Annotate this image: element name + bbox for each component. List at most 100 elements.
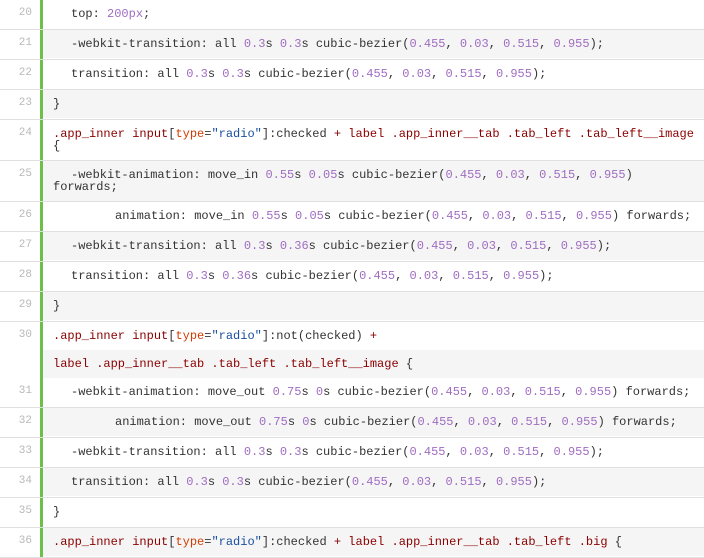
code-content[interactable]: -webkit-transition: all 0.3s 0.3s cubic-… — [43, 438, 704, 466]
token: 0.955 — [496, 67, 532, 81]
code-content[interactable]: -webkit-animation: move_out 0.75s 0s cub… — [43, 378, 704, 406]
token: } — [53, 505, 60, 519]
token: , — [511, 209, 525, 223]
token: 0.955 — [554, 37, 590, 51]
token: transition: all — [53, 270, 186, 282]
code-content[interactable]: .app_inner input[type="radio"]:checked +… — [43, 120, 704, 160]
code-content[interactable]: transition: all 0.3s 0.3s cubic-bezier(0… — [43, 60, 704, 88]
token: , — [468, 209, 482, 223]
code-content[interactable]: } — [43, 498, 704, 526]
line-number: 33 — [0, 438, 40, 465]
token: 0.03 — [467, 239, 496, 253]
token: 0.3 — [244, 445, 266, 459]
token: { — [406, 357, 413, 371]
token: , — [497, 415, 511, 429]
code-content[interactable]: transition: all 0.3s 0.3s cubic-bezier(0… — [43, 468, 704, 496]
line-number: 25 — [0, 161, 40, 188]
token: 0.455 — [352, 67, 388, 81]
token: ); — [532, 475, 546, 489]
code-content[interactable]: animation: move_in 0.55s 0.05s cubic-bez… — [43, 202, 704, 230]
code-line[interactable]: 25-webkit-animation: move_in 0.55s 0.05s… — [0, 161, 704, 202]
code-content[interactable]: } — [43, 90, 704, 118]
code-line[interactable]: 35} — [0, 498, 704, 528]
token: 0.455 — [417, 415, 453, 429]
token: s cubic-bezier( — [251, 269, 359, 283]
token: -webkit-transition: all — [53, 240, 244, 252]
token: s — [301, 385, 315, 399]
code-editor[interactable]: 20top: 200px;21-webkit-transition: all 0… — [0, 0, 704, 558]
line-number: 22 — [0, 60, 40, 87]
token: 0.955 — [576, 209, 612, 223]
token: , — [489, 445, 503, 459]
code-content[interactable]: top: 200px; — [43, 0, 704, 28]
token: 0.3 — [222, 67, 244, 81]
token: :not(checked) — [269, 329, 363, 343]
token: type — [175, 127, 204, 141]
token: s cubic-bezier( — [244, 67, 352, 81]
token: .app_inner — [53, 535, 132, 549]
token: s cubic-bezier( — [309, 415, 417, 429]
code-line[interactable]: 36.app_inner input[type="radio"]:checked… — [0, 528, 704, 558]
code-line[interactable]: 21-webkit-transition: all 0.3s 0.3s cubi… — [0, 30, 704, 60]
code-line[interactable]: 30.app_inner input[type="radio"]:not(che… — [0, 322, 704, 350]
code-line[interactable]: 34transition: all 0.3s 0.3s cubic-bezier… — [0, 468, 704, 498]
token: transition: all — [53, 476, 186, 488]
token: transition: all — [53, 68, 186, 80]
token: { — [53, 139, 60, 153]
code-line[interactable]: 28transition: all 0.3s 0.36s cubic-bezie… — [0, 262, 704, 292]
token: , — [489, 37, 503, 51]
token: 0.515 — [526, 209, 562, 223]
code-line[interactable]: 32animation: move_out 0.75s 0s cubic-bez… — [0, 408, 704, 438]
code-line[interactable]: 20top: 200px; — [0, 0, 704, 30]
token: s — [294, 168, 308, 182]
token: , — [453, 239, 467, 253]
token: } — [53, 299, 60, 313]
token: 0.455 — [432, 209, 468, 223]
token: input — [132, 535, 168, 549]
code-line[interactable]: 26animation: move_in 0.55s 0.05s cubic-b… — [0, 202, 704, 232]
token: 0.03 — [460, 445, 489, 459]
token: ); — [590, 445, 604, 459]
code-line[interactable]: 24.app_inner input[type="radio"]:checked… — [0, 120, 704, 161]
code-content[interactable]: } — [43, 292, 704, 320]
code-content[interactable]: -webkit-animation: move_in 0.55s 0.05s c… — [43, 161, 704, 201]
token: + — [363, 329, 377, 343]
code-content[interactable]: .app_inner input[type="radio"]:not(check… — [43, 322, 704, 350]
code-line[interactable]: label .app_inner__tab .tab_left .tab_lef… — [0, 350, 704, 378]
code-line[interactable]: 33-webkit-transition: all 0.3s 0.3s cubi… — [0, 438, 704, 468]
token: 0.03 — [402, 67, 431, 81]
code-content[interactable]: .app_inner input[type="radio"]:checked +… — [43, 528, 704, 556]
code-content[interactable]: transition: all 0.3s 0.36s cubic-bezier(… — [43, 262, 704, 290]
code-line[interactable]: 23} — [0, 90, 704, 120]
token: 0.955 — [561, 239, 597, 253]
token: , — [388, 67, 402, 81]
token: s cubic-bezier( — [324, 209, 432, 223]
token: 0.515 — [510, 239, 546, 253]
token: animation: move_in — [53, 210, 252, 222]
line-number: 34 — [0, 468, 40, 495]
code-content[interactable]: animation: move_out 0.75s 0s cubic-bezie… — [43, 408, 704, 436]
token: 0.36 — [280, 239, 309, 253]
token: 0.03 — [468, 415, 497, 429]
token: top: — [53, 8, 107, 20]
token: , — [539, 37, 553, 51]
token: 0.03 — [410, 269, 439, 283]
line-number: 23 — [0, 90, 40, 117]
code-line[interactable]: 31-webkit-animation: move_out 0.75s 0s c… — [0, 378, 704, 408]
token: 0.03 — [460, 37, 489, 51]
code-content[interactable]: label .app_inner__tab .tab_left .tab_lef… — [43, 350, 704, 378]
code-content[interactable]: -webkit-transition: all 0.3s 0.36s cubic… — [43, 232, 704, 260]
code-line[interactable]: 22transition: all 0.3s 0.3s cubic-bezier… — [0, 60, 704, 90]
token: + label .app_inner__tab .tab_left .big — [327, 535, 615, 549]
token: } — [53, 97, 60, 111]
token: , — [482, 475, 496, 489]
token: .app_inner — [53, 127, 132, 141]
token: , — [546, 239, 560, 253]
code-content[interactable]: -webkit-transition: all 0.3s 0.3s cubic-… — [43, 30, 704, 58]
code-line[interactable]: 27-webkit-transition: all 0.3s 0.36s cub… — [0, 232, 704, 262]
token: 0.515 — [446, 67, 482, 81]
token: 0.515 — [539, 168, 575, 182]
code-line[interactable]: 29} — [0, 292, 704, 322]
token: + label .app_inner__tab .tab_left .tab_l… — [327, 127, 701, 141]
line-number: 26 — [0, 202, 40, 229]
